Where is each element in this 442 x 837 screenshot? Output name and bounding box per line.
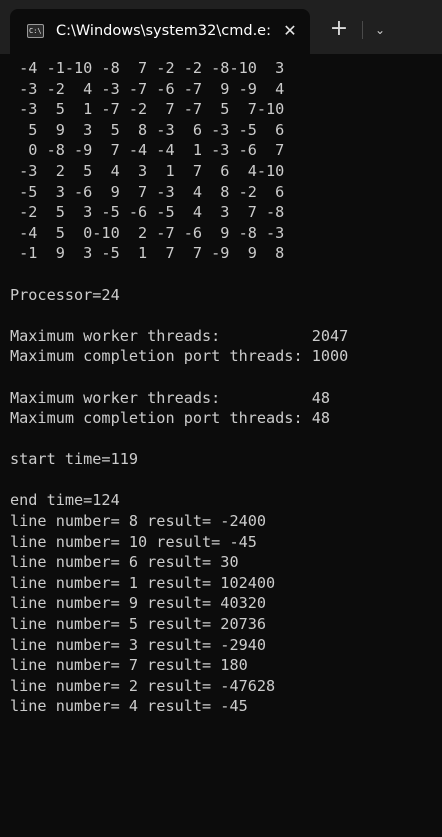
console-line: Maximum completion port threads: 48	[10, 409, 331, 428]
terminal-window: C:\ C:\Windows\system32\cmd.e: ✕ + ⌄ -4 …	[0, 0, 442, 837]
console-line: -2 5 3 -5 -6 -5 4 3 7 -8	[10, 203, 285, 222]
console-line: -3 -2 4 -3 -7 -6 -7 9 -9 4	[10, 79, 285, 98]
console-line: line number= 7 result= 180	[10, 656, 248, 675]
console-line: Maximum worker threads: 48	[10, 388, 331, 407]
console-line: end time=124	[10, 491, 120, 510]
console-line: line number= 8 result= -2400	[10, 512, 267, 531]
cmd-icon: C:\	[27, 24, 44, 38]
tab-cmd[interactable]: C:\ C:\Windows\system32\cmd.e: ✕	[10, 9, 310, 54]
console-line: line number= 1 result= 102400	[10, 573, 276, 592]
console-line: 5 9 3 5 8 -3 6 -3 -5 6	[10, 120, 285, 139]
console-line: -3 2 5 4 3 1 7 6 4-10	[10, 161, 285, 180]
tab-title: C:\Windows\system32\cmd.e:	[56, 23, 271, 39]
console-output: -4 -1-10 -8 7 -2 -2 -8-10 3 -3 -2 4 -3 -…	[10, 58, 440, 717]
console-line: line number= 6 result= 30	[10, 553, 239, 572]
tab-divider	[362, 21, 363, 39]
chevron-down-icon[interactable]: ⌄	[370, 17, 390, 43]
console-line: line number= 2 result= -47628	[10, 676, 276, 695]
console-line: -5 3 -6 9 7 -3 4 8 -2 6	[10, 182, 285, 201]
tab-bar: C:\ C:\Windows\system32\cmd.e: ✕ + ⌄	[0, 0, 442, 54]
console-line: line number= 10 result= -45	[10, 532, 257, 551]
console-line: -3 5 1 -7 -2 7 -7 5 7-10	[10, 100, 285, 119]
console-line: line number= 5 result= 20736	[10, 615, 267, 634]
console-line: -4 -1-10 -8 7 -2 -2 -8-10 3	[10, 59, 285, 77]
console-line: -4 5 0-10 2 -7 -6 9 -8 -3	[10, 223, 285, 242]
console-line: Maximum completion port threads: 1000	[10, 347, 349, 366]
console-line: 0 -8 -9 7 -4 -4 1 -3 -6 7	[10, 141, 285, 160]
console-line: line number= 9 result= 40320	[10, 594, 267, 613]
console-line: start time=119	[10, 450, 139, 469]
console-line: line number= 4 result= -45	[10, 697, 248, 716]
close-icon[interactable]: ✕	[280, 21, 300, 41]
console-line: line number= 3 result= -2940	[10, 635, 267, 654]
console-line: Maximum worker threads: 2047	[10, 326, 349, 345]
console-line: Processor=24	[10, 285, 120, 304]
console-line: -1 9 3 -5 1 7 7 -9 9 8	[10, 244, 285, 263]
new-tab-button[interactable]: +	[326, 17, 352, 43]
